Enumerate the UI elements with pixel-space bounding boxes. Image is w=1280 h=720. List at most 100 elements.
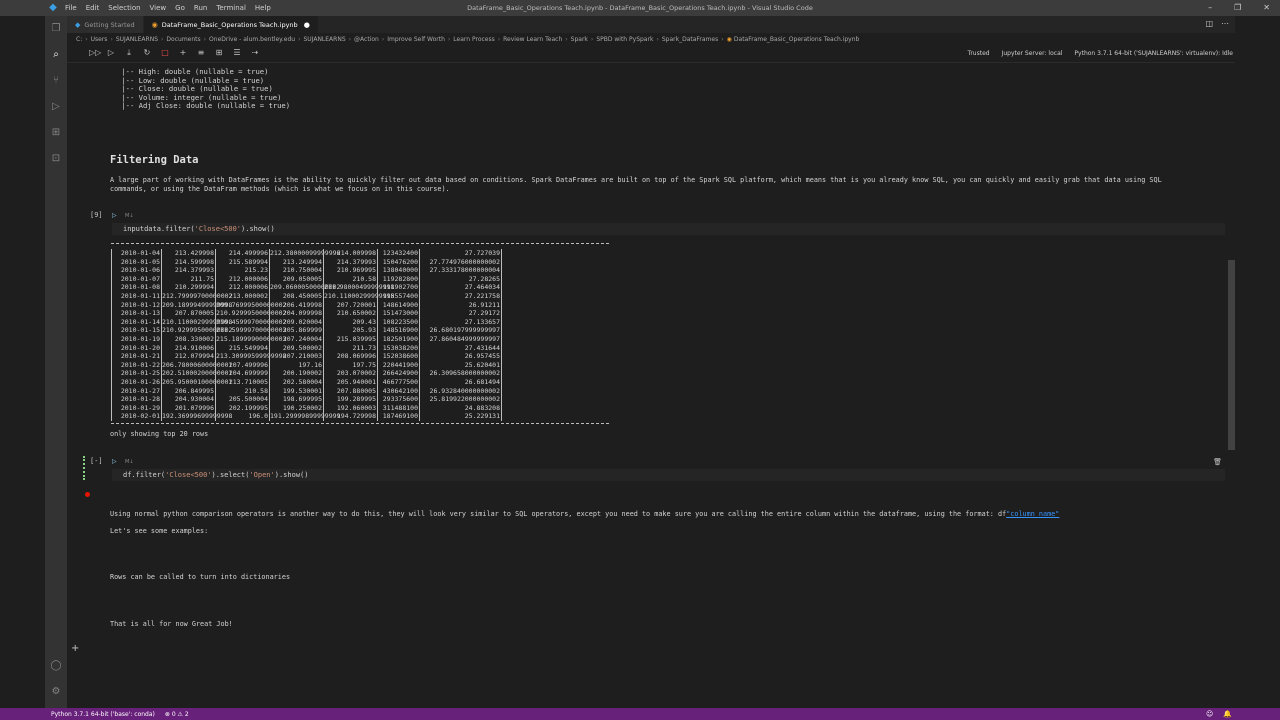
menu-help[interactable]: Help <box>255 4 271 12</box>
table-cell: 212.000006 <box>215 274 269 284</box>
menu-run[interactable]: Run <box>194 4 207 12</box>
table-cell: 2010-01-13 <box>111 309 161 318</box>
run-above-icon[interactable]: ▷ <box>107 49 115 57</box>
python-interpreter-status[interactable]: Python 3.7.1 64-bit ('base': conda) <box>51 711 155 718</box>
clear-outputs-icon[interactable]: ≡ <box>197 49 205 57</box>
table-row: 2010-01-13 207.870005 210.92999500000002 20… <box>111 309 609 318</box>
breadcrumb-item[interactable]: @Action <box>354 36 379 43</box>
editor-tabs: ◆ Getting Started ◉ DataFrame_Basic_Oper… <box>67 16 1235 33</box>
breakpoint-icon[interactable] <box>85 492 90 497</box>
explorer-icon[interactable]: ❐ <box>50 23 62 35</box>
cell-modified-indicator <box>83 456 89 480</box>
delete-cell-icon[interactable]: 🗑 <box>1213 458 1222 466</box>
variables-icon[interactable]: ⊞ <box>215 49 223 57</box>
table-cell: 207.870005 <box>161 309 215 318</box>
table-row: 2010-01-25 202.51000200000001 204.699999 20… <box>111 369 609 378</box>
settings-gear-icon[interactable]: ⚙ <box>50 686 62 698</box>
table-cell: 210.58 <box>215 386 269 396</box>
table-cell: 213.000002 <box>215 291 269 301</box>
breadcrumb-item[interactable]: SPBD with PySpark <box>596 36 653 43</box>
table-cell: 213.710005 <box>215 377 269 387</box>
run-all-icon[interactable]: ▷▷ <box>89 49 101 57</box>
cell-type-toggle[interactable]: M↓ <box>125 459 134 465</box>
add-cell-icon[interactable]: + <box>179 49 187 57</box>
unsaved-dot-icon[interactable]: ● <box>304 21 310 29</box>
breadcrumb-item[interactable]: SUJANLEARNS <box>303 36 345 43</box>
table-cell: 108223500 <box>377 317 419 327</box>
table-cell: 311488100 <box>377 403 419 413</box>
table-cell: 2010-01-21 <box>111 352 161 361</box>
extensions-icon[interactable]: ⊞ <box>50 127 62 139</box>
table-cell: 211.73 <box>323 343 377 353</box>
scrollbar-thumb[interactable] <box>1228 260 1235 450</box>
add-cell-icon[interactable]: + <box>71 643 79 654</box>
run-below-icon[interactable]: ⤓ <box>125 49 133 57</box>
breadcrumb-item[interactable]: Learn Process <box>453 36 494 43</box>
table-cell: 209.050005 <box>269 274 323 284</box>
account-icon[interactable]: ◯ <box>50 660 62 672</box>
table-border <box>111 422 609 426</box>
search-icon[interactable]: ⌕ <box>50 49 62 61</box>
tab-notebook[interactable]: ◉ DataFrame_Basic_Operations Teach.ipynb… <box>143 16 319 33</box>
table-cell: 210.92999500000002 <box>215 309 287 318</box>
breadcrumb-item[interactable]: OneDrive - alum.bentley.edu <box>209 36 295 43</box>
table-cell: 24.883208 <box>419 403 502 413</box>
schema-line: |-- Adj Close: double (nullable = true) <box>117 101 291 111</box>
table-cell: 26.681494 <box>419 377 502 387</box>
run-cell-icon[interactable]: ▷ <box>112 212 117 219</box>
cell-type-toggle[interactable]: M↓ <box>125 213 134 219</box>
table-cell: 26.680197999999997 <box>419 326 502 335</box>
table-cell: 210.11000299999998 <box>323 291 395 301</box>
breadcrumb-item[interactable]: C: <box>76 36 82 43</box>
breadcrumb-item[interactable]: Documents <box>166 36 200 43</box>
menu-file[interactable]: File <box>65 4 77 12</box>
table-cell: 26.91211 <box>419 300 502 310</box>
breadcrumb-item[interactable]: Users <box>91 36 108 43</box>
menu-edit[interactable]: Edit <box>86 4 100 12</box>
table-cell: 27.774976000000002 <box>419 257 502 267</box>
minimize-icon[interactable]: – <box>1208 3 1212 12</box>
table-cell: 209.43 <box>323 317 377 327</box>
breadcrumb-item[interactable]: Spark <box>571 36 588 43</box>
interrupt-kernel-icon[interactable]: □ <box>161 49 169 57</box>
source-control-icon[interactable]: ⑂ <box>50 75 62 87</box>
breadcrumb-item[interactable]: Improve Self Worth <box>387 36 445 43</box>
jupyter-server-label[interactable]: Jupyter Server: local <box>1002 50 1063 57</box>
breadcrumb-item[interactable]: DataFrame_Basic_Operations Teach.ipynb <box>734 36 859 43</box>
run-debug-icon[interactable]: ▷ <box>50 101 62 113</box>
trusted-label[interactable]: Trusted <box>968 50 990 57</box>
breadcrumb-item[interactable]: SUJANLEARNS <box>116 36 158 43</box>
vertical-scrollbar[interactable] <box>1225 63 1235 708</box>
more-actions-icon[interactable]: ⋯ <box>1221 19 1229 28</box>
export-icon[interactable]: ⇢ <box>251 49 259 57</box>
notifications-bell-icon[interactable]: 🔔 <box>1223 710 1232 718</box>
kernel-selector[interactable]: Python 3.7.1 64-bit ('SUJANLEARNS': virt… <box>1074 50 1233 57</box>
table-cell: 196.0 <box>215 412 269 421</box>
table-cell: 2010-01-20 <box>111 343 161 353</box>
problems-status[interactable]: ⊗ 0 ⚠ 2 <box>165 711 189 718</box>
menu-terminal[interactable]: Terminal <box>216 4 246 12</box>
table-cell: 199.530001 <box>269 386 323 396</box>
maximize-icon[interactable]: ❐ <box>1234 3 1241 12</box>
split-editor-icon[interactable]: ◫ <box>1205 19 1213 28</box>
menu-selection[interactable]: Selection <box>108 4 140 12</box>
remote-explorer-icon[interactable]: ⊡ <box>50 153 62 165</box>
markdown-link[interactable]: "column name" <box>1006 510 1059 518</box>
breadcrumb-item[interactable]: Review Learn Teach <box>503 36 562 43</box>
restart-kernel-icon[interactable]: ↻ <box>143 49 151 57</box>
table-cell: 25.819922000000002 <box>419 395 502 404</box>
code-string: 'Close<500' <box>165 471 212 479</box>
tab-getting-started[interactable]: ◆ Getting Started <box>67 16 144 33</box>
menu-view[interactable]: View <box>150 4 167 12</box>
close-icon[interactable]: ✕ <box>1263 3 1270 12</box>
notebook-toolbar: ▷▷ ▷ ⤓ ↻ □ + ≡ ⊞ ☰ ⇢ Trusted Jupyter Ser… <box>67 45 1235 63</box>
breadcrumb-item[interactable]: Spark_DataFrames <box>662 36 718 43</box>
feedback-icon[interactable]: ☺ <box>1206 710 1213 718</box>
code-line[interactable]: inputdata.filter('Close<500').show() <box>123 225 275 233</box>
run-cell-icon[interactable]: ▷ <box>112 458 117 465</box>
code-cell-editor[interactable] <box>112 223 1225 235</box>
outline-icon[interactable]: ☰ <box>233 49 241 57</box>
code-line[interactable]: df.filter('Close<500').select('Open').sh… <box>123 471 308 479</box>
table-row: 2010-01-21 212.079994 213.30999599999998 20… <box>111 352 609 361</box>
menu-go[interactable]: Go <box>175 4 185 12</box>
